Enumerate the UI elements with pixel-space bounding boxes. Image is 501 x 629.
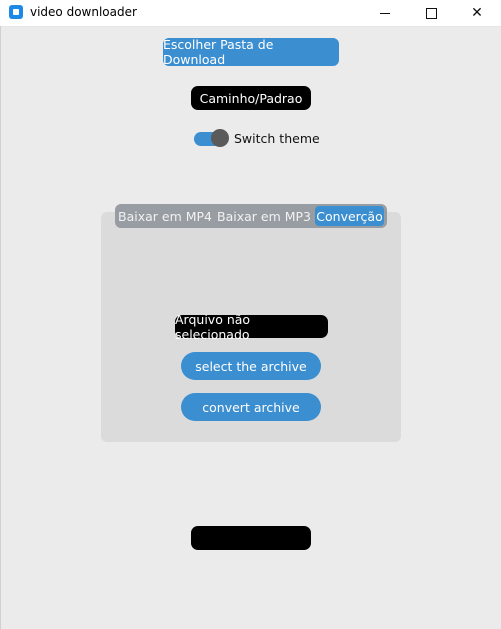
app-icon (9, 5, 23, 19)
download-path-label: Caminho/Padrao (191, 86, 311, 110)
window-border (0, 26, 1, 629)
window-title: video downloader (30, 5, 137, 19)
maximize-icon (425, 7, 437, 19)
title-bar: video downloader ✕ (0, 0, 501, 27)
choose-download-folder-button[interactable]: Escolher Pasta de Download (163, 37, 339, 67)
tab-mp3[interactable]: Baixar em MP3 (213, 206, 315, 226)
tab-conversion[interactable]: Converção (315, 206, 384, 226)
maximize-button[interactable] (408, 0, 454, 26)
close-button[interactable]: ✕ (454, 0, 500, 26)
tab-segmented-control: Baixar em MP4 Baixar em MP3 Converção (115, 204, 387, 228)
status-label (191, 526, 311, 550)
close-icon: ✕ (471, 5, 483, 21)
theme-switch-label: Switch theme (234, 131, 320, 146)
select-archive-button[interactable]: select the archive (181, 352, 321, 380)
theme-switch[interactable]: Switch theme (194, 128, 320, 147)
minimize-button[interactable] (362, 0, 408, 26)
tab-mp4[interactable]: Baixar em MP4 (117, 206, 213, 226)
minimize-icon (380, 12, 390, 14)
theme-switch-toggle[interactable] (194, 128, 229, 147)
theme-switch-knob[interactable] (211, 128, 229, 147)
file-status-label: Arquivo não selecionado (175, 312, 328, 342)
convert-archive-button[interactable]: convert archive (181, 393, 321, 421)
